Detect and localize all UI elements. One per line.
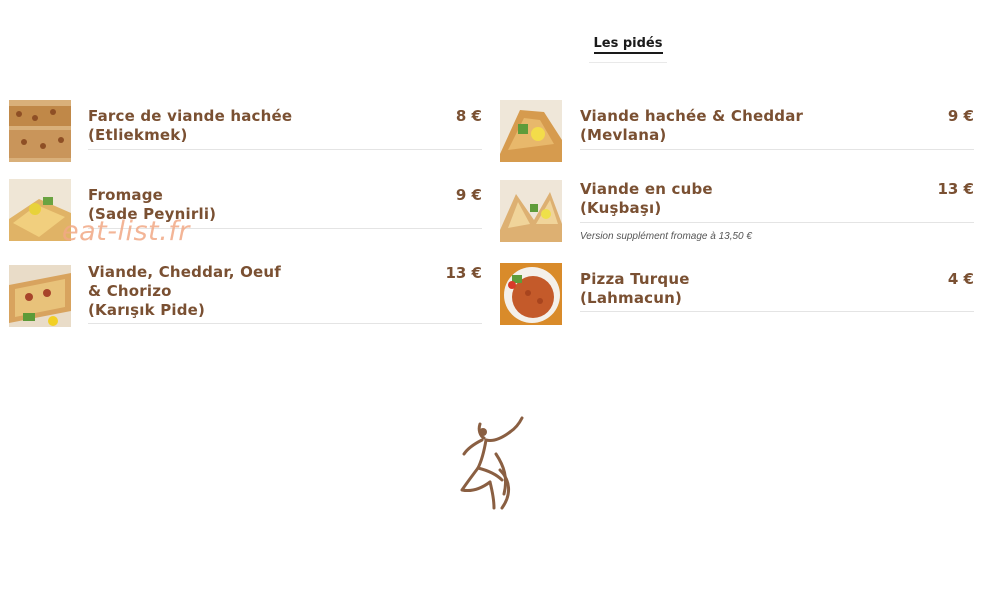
item-note: Version supplément fromage à 13,50 € <box>580 231 752 242</box>
menu-item-price: 13 € <box>937 180 974 198</box>
menu-item-price: 4 € <box>947 270 974 288</box>
menu-item-name: Farce de viande hachée (Etliekmek) <box>88 107 292 145</box>
section-title: Les pidés <box>589 36 667 54</box>
item-divider <box>580 222 974 223</box>
item-name-line: Pizza Turque <box>580 270 690 288</box>
pide-photo-lahmacun <box>500 263 562 325</box>
menu-item-name: Viande en cube (Kuşbaşı) <box>580 180 713 218</box>
pide-photo-karisik <box>9 265 71 327</box>
watermark-text: eat-list.fr <box>62 216 190 247</box>
item-divider <box>580 311 974 312</box>
item-name-line: (Mevlana) <box>580 126 667 144</box>
item-name-line: (Karışık Pide) <box>88 301 206 319</box>
menu-item-price: 9 € <box>947 107 974 125</box>
pide-photo-etliekmek <box>9 100 71 162</box>
item-divider <box>580 149 974 150</box>
menu-item-name: Viande, Cheddar, Oeuf & Chorizo (Karışık… <box>88 263 281 320</box>
menu-item-price: 9 € <box>455 186 482 204</box>
item-divider <box>88 149 482 150</box>
item-divider <box>88 323 482 324</box>
item-name-line: Fromage <box>88 186 164 204</box>
item-name-line: Viande, Cheddar, Oeuf <box>88 263 282 281</box>
menu-item-price: 13 € <box>445 264 482 282</box>
section-divider <box>589 62 667 63</box>
pide-photo-kusbasi <box>500 180 562 242</box>
item-name-line: & Chorizo <box>88 282 172 300</box>
whirling-dervish-logo-icon <box>452 414 532 519</box>
item-name-line: Viande en cube <box>580 180 713 198</box>
item-name-line: (Kuşbaşı) <box>580 199 662 217</box>
pide-photo-mevlana <box>500 100 562 162</box>
section-title-text: Les pidés <box>593 36 663 54</box>
menu-item-name: Viande hachée & Cheddar (Mevlana) <box>580 107 803 145</box>
item-name-line: Farce de viande hachée <box>88 107 293 125</box>
item-name-line: Viande hachée & Cheddar <box>580 107 804 125</box>
item-name-line: (Lahmacun) <box>580 289 683 307</box>
menu-item-name: Pizza Turque (Lahmacun) <box>580 270 690 308</box>
item-name-line: (Etliekmek) <box>88 126 188 144</box>
menu-item-price: 8 € <box>455 107 482 125</box>
